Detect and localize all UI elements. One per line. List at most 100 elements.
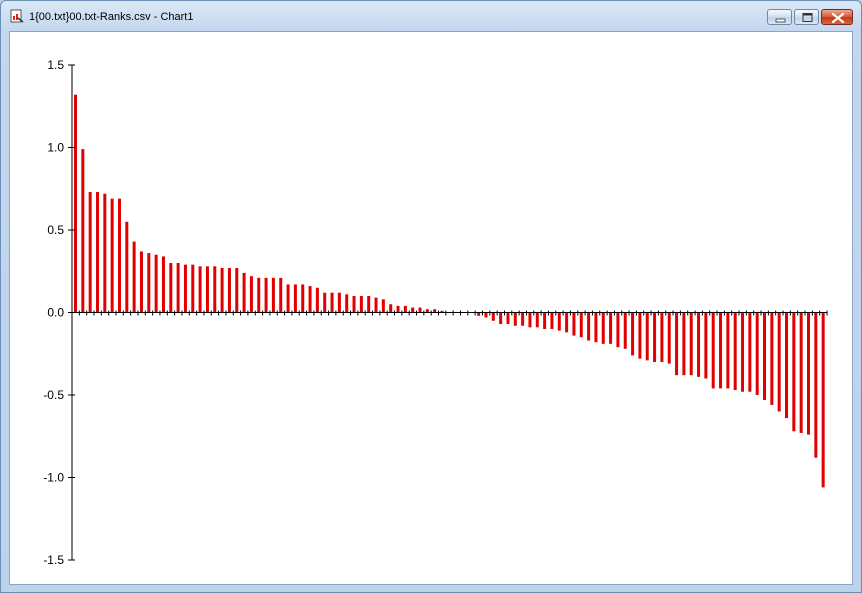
bar-59 (506, 312, 510, 325)
bar-23 (242, 272, 246, 313)
bar-24 (249, 276, 253, 313)
bar-22 (235, 267, 239, 313)
bar-7 (125, 221, 129, 313)
bar-90 (733, 312, 737, 391)
bar-30 (293, 284, 297, 313)
bar-80 (660, 312, 664, 362)
bar-2 (88, 192, 92, 313)
y-tick-label-2: 0.5 (47, 223, 64, 237)
y-tick-label-6: -1.5 (43, 553, 64, 567)
bar-4 (103, 193, 107, 313)
bar-60 (513, 312, 517, 326)
bar-42 (381, 299, 385, 313)
bar-16 (191, 264, 195, 313)
bar-100 (807, 312, 810, 435)
bar-33 (315, 287, 319, 313)
y-tick-label-5: -1.0 (43, 471, 64, 485)
bar-71 (594, 312, 598, 343)
bar-73 (609, 312, 613, 344)
bar-29 (286, 284, 290, 313)
bar-13 (169, 263, 173, 313)
chart-area: 1.5 1.0 0.5 0.0 -0.5 -1.0 -1.5 (9, 31, 853, 585)
bar-19 (213, 266, 217, 313)
bar-78 (645, 312, 649, 361)
bar-25 (257, 277, 261, 313)
bar-27 (271, 277, 275, 313)
y-tick-label-4: -0.5 (43, 388, 64, 402)
bar-40 (367, 296, 371, 313)
bar-75 (623, 312, 627, 349)
bar-83 (682, 312, 686, 376)
title-bar[interactable]: 1{00.txt}00.txt-Ranks.csv - Chart1 (1, 1, 861, 31)
bar-32 (308, 286, 312, 313)
bar-44 (396, 305, 400, 313)
close-icon (831, 12, 845, 24)
bar-28 (279, 277, 283, 313)
bar-74 (616, 312, 620, 348)
bar-9 (139, 251, 143, 313)
chart-window: 1{00.txt}00.txt-Ranks.csv - Chart1 1.5 1.… (0, 0, 862, 593)
y-tick-label-1: 1.0 (47, 141, 64, 155)
bar-76 (631, 312, 635, 356)
bar-41 (374, 297, 378, 313)
bar-77 (638, 312, 642, 359)
bar-6 (117, 198, 121, 313)
bar-98 (792, 312, 796, 432)
bar-38 (352, 296, 356, 313)
close-button[interactable] (821, 9, 853, 25)
bar-91 (741, 312, 745, 392)
bar-64 (543, 312, 547, 329)
bar-69 (579, 312, 583, 338)
bar-34 (323, 292, 327, 313)
bar-85 (697, 312, 701, 377)
bar-99 (799, 312, 803, 433)
bar-87 (711, 312, 715, 389)
bar-3 (95, 192, 99, 313)
bar-58 (499, 312, 503, 325)
bar-8 (132, 241, 136, 313)
chart-document-icon[interactable] (10, 9, 24, 23)
bar-68 (572, 312, 576, 336)
bar-45 (403, 305, 407, 313)
bar-47 (418, 307, 422, 313)
bar-35 (330, 292, 334, 313)
bar-31 (301, 284, 305, 313)
bar-84 (689, 312, 693, 376)
bar-26 (264, 277, 268, 313)
bar-17 (198, 266, 202, 313)
bar-102 (821, 312, 825, 488)
bar-97 (785, 312, 789, 419)
bar-0 (74, 94, 77, 313)
bar-89 (726, 312, 730, 389)
maximize-button[interactable] (794, 9, 819, 25)
bar-86 (704, 312, 708, 379)
minimize-button[interactable] (767, 9, 792, 25)
bar-43 (389, 304, 393, 313)
bar-12 (161, 256, 165, 313)
bar-65 (550, 312, 554, 329)
bar-15 (183, 264, 187, 313)
bar-11 (154, 254, 158, 313)
bar-95 (770, 312, 774, 405)
bar-10 (147, 253, 151, 313)
bar-67 (565, 312, 569, 333)
bar-chart: 1.5 1.0 0.5 0.0 -0.5 -1.0 -1.5 (43, 58, 828, 567)
bar-20 (220, 267, 224, 313)
bar-94 (763, 312, 767, 400)
bar-63 (535, 312, 539, 328)
bar-72 (601, 312, 605, 344)
bar-46 (411, 307, 415, 313)
bar-39 (359, 296, 363, 313)
bar-56 (484, 312, 488, 318)
bar-70 (587, 312, 591, 341)
y-tick-label-3: 0.0 (47, 306, 64, 320)
bar-96 (777, 312, 781, 412)
bar-61 (521, 312, 525, 326)
bar-37 (345, 294, 349, 313)
maximize-icon (802, 13, 813, 22)
bar-1 (81, 149, 85, 313)
bar-92 (748, 312, 752, 392)
bar-14 (176, 263, 180, 313)
minimize-icon (775, 18, 786, 23)
bar-81 (667, 312, 671, 364)
